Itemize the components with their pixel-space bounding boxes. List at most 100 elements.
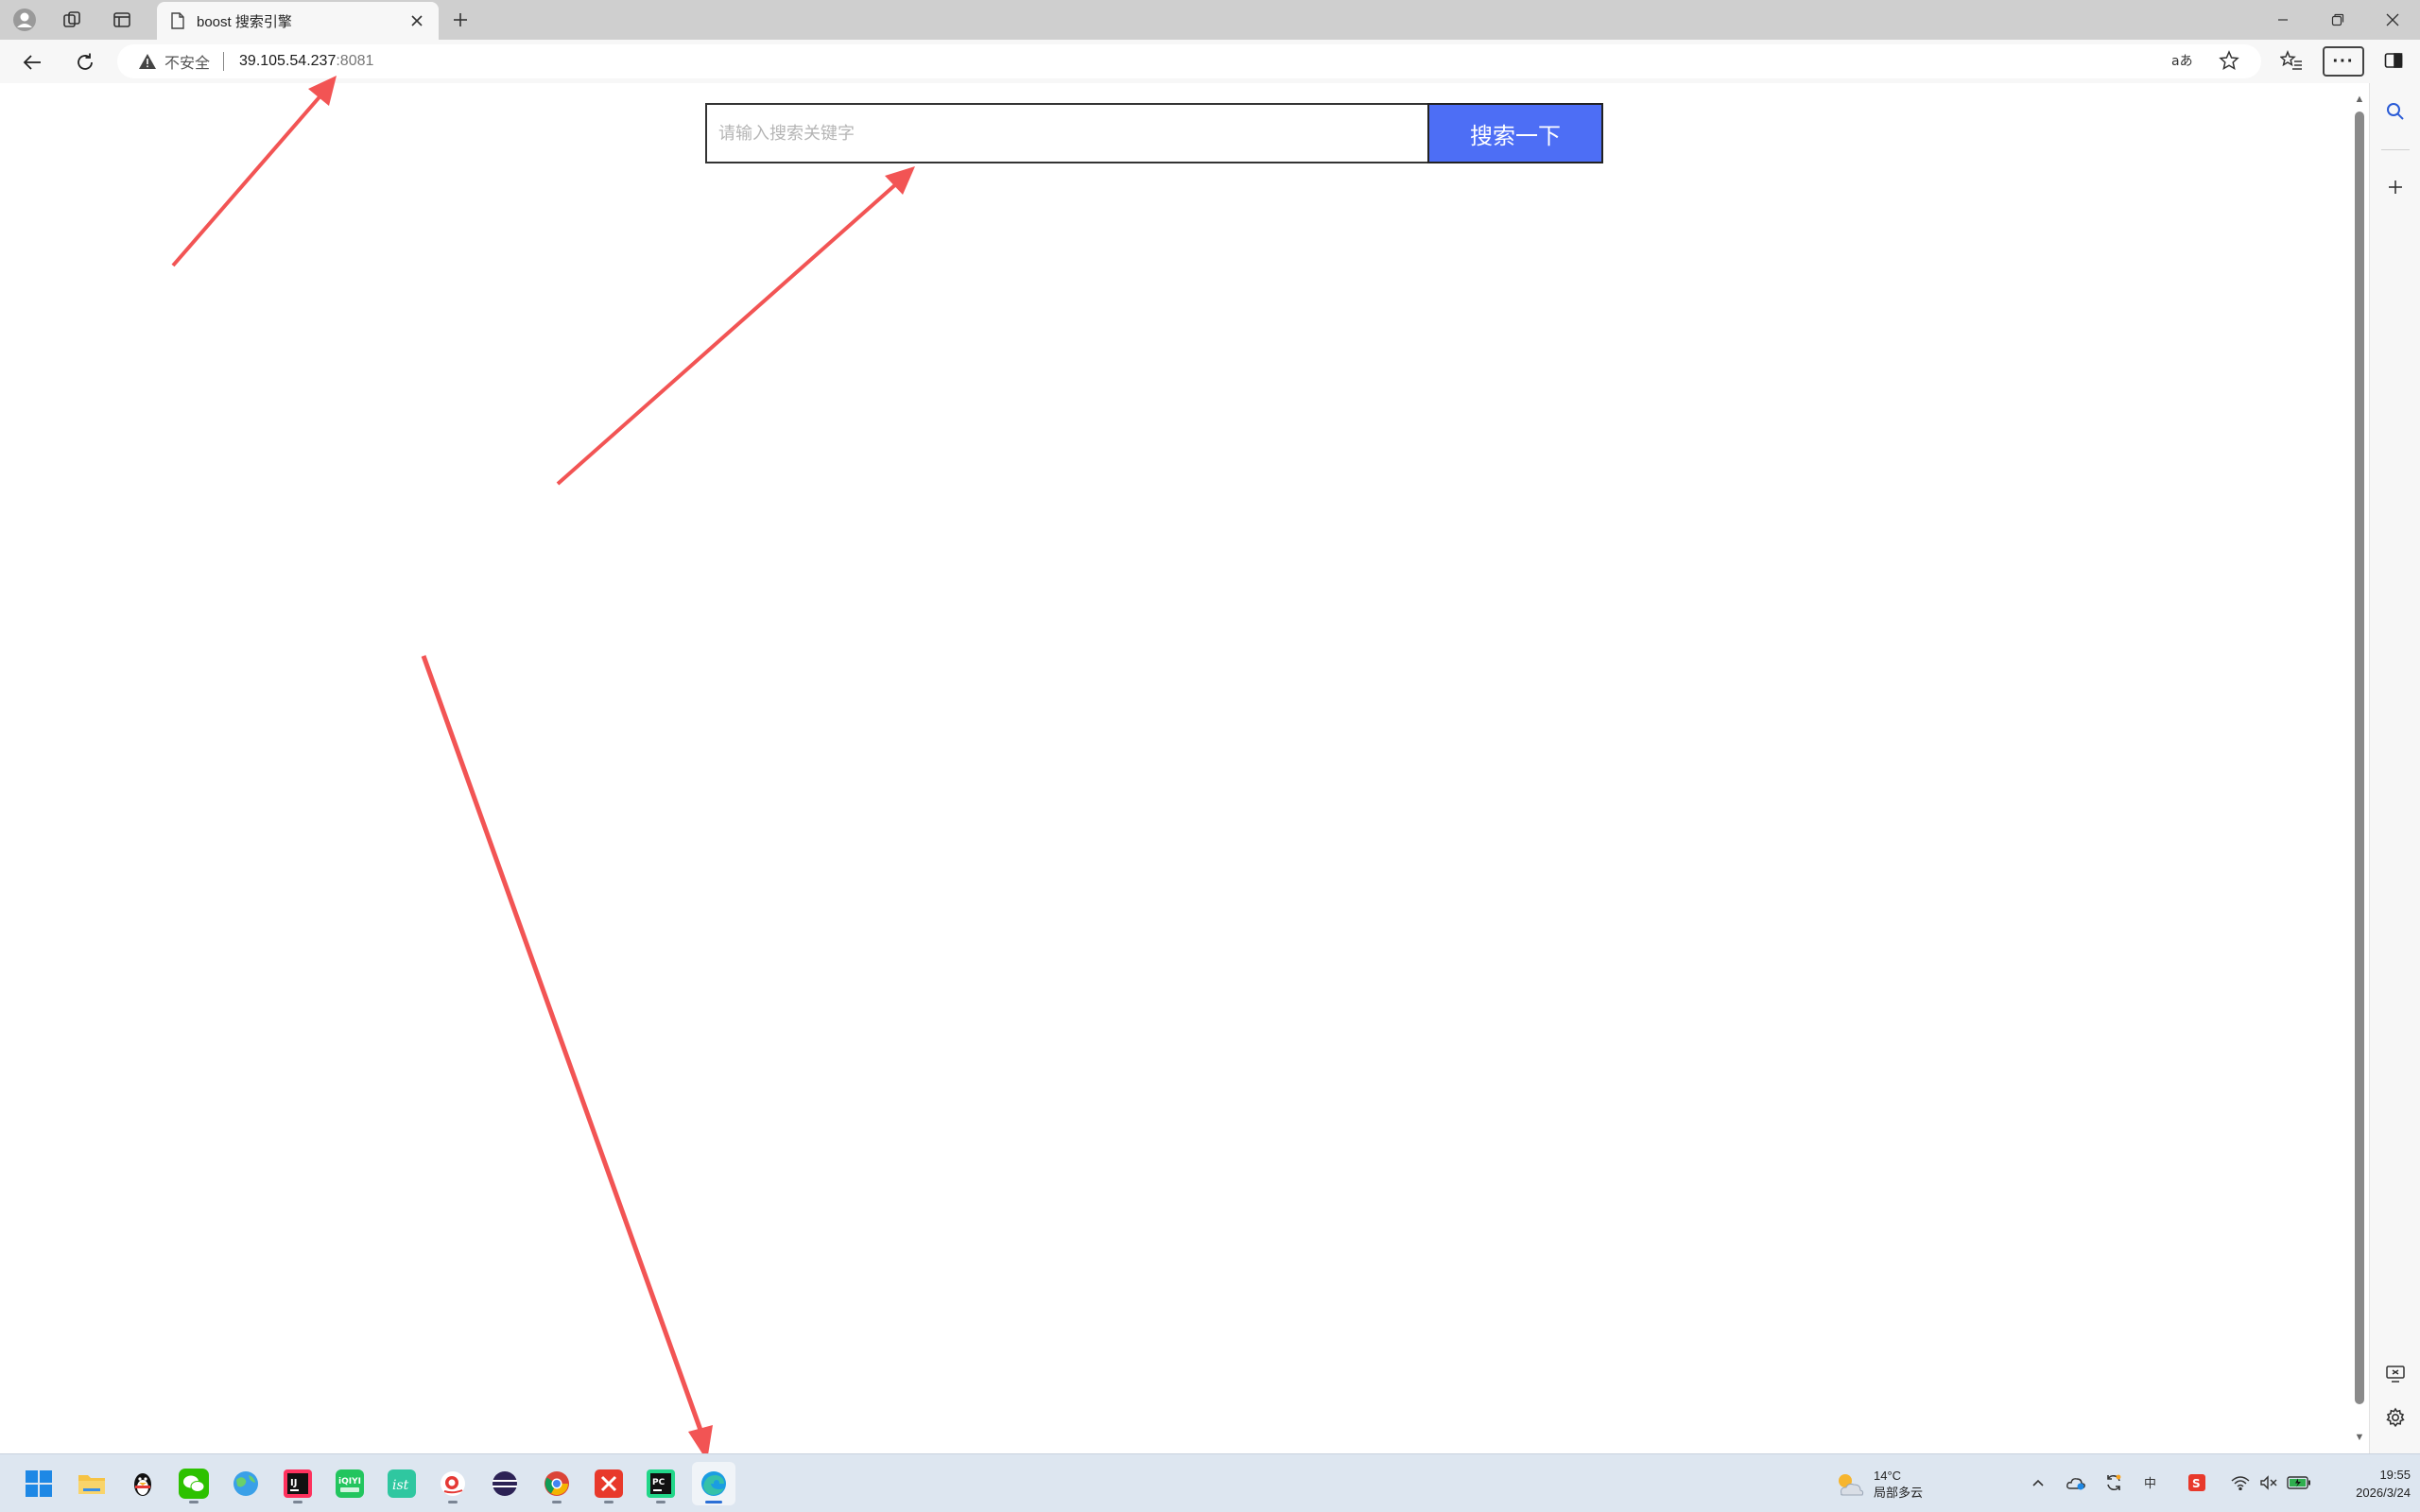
new-tab-button[interactable] — [446, 6, 475, 34]
svg-text:ist: ist — [392, 1478, 409, 1493]
minimize-button[interactable] — [2256, 0, 2310, 40]
weather-condition: 局部多云 — [1874, 1486, 1924, 1500]
pycharm-icon: PC — [647, 1469, 675, 1498]
running-indicator — [552, 1501, 562, 1503]
taskbar-browser-app[interactable] — [224, 1462, 268, 1505]
svg-text:aあ: aあ — [2171, 54, 2193, 69]
taskbar-chrome[interactable] — [535, 1462, 579, 1505]
favorites-button[interactable] — [2276, 45, 2307, 76]
taskbar-wechat[interactable] — [172, 1462, 216, 1505]
page-scrollbar[interactable]: ▲ ▼ — [2350, 83, 2369, 1453]
sidebar-divider — [2381, 149, 2410, 150]
tray-input-method[interactable]: 中 — [2138, 1469, 2165, 1496]
taskbar-writing-app[interactable]: ist — [380, 1462, 424, 1505]
security-status-label[interactable]: 不安全 — [164, 50, 210, 73]
settings-and-more-button[interactable]: ··· — [2323, 46, 2364, 77]
sync-icon — [2107, 1474, 2121, 1490]
tray-wifi[interactable] — [2227, 1469, 2254, 1496]
read-aloud-button[interactable]: aあ — [2167, 45, 2197, 76]
taskbar-pycharm[interactable]: PC — [639, 1462, 683, 1505]
penguin-icon — [134, 1473, 151, 1496]
edge-icon — [701, 1471, 726, 1496]
taskbar-xmind[interactable] — [587, 1462, 631, 1505]
start-button[interactable] — [17, 1462, 60, 1505]
tray-sogou[interactable]: S — [2184, 1469, 2210, 1496]
workspaces-icon — [63, 11, 80, 27]
gear-icon — [2386, 1407, 2405, 1428]
taskbar-edge[interactable] — [692, 1462, 735, 1505]
tray-sync-app[interactable] — [2100, 1469, 2127, 1496]
taskbar-clock[interactable]: 19:55 2026/3/24 — [2324, 1466, 2411, 1502]
sogou-icon: S — [2188, 1474, 2205, 1491]
close-icon — [411, 15, 423, 26]
taskbar-intellij[interactable]: IJ — [276, 1462, 320, 1505]
star-icon — [2219, 50, 2239, 71]
refresh-button[interactable] — [70, 47, 100, 77]
active-indicator — [705, 1501, 722, 1503]
chevron-up-icon — [2032, 1479, 2044, 1486]
volume-muted-icon — [2260, 1475, 2277, 1490]
intellij-icon: IJ — [284, 1469, 312, 1498]
writing-icon: ist — [388, 1469, 416, 1498]
scrollbar-thumb[interactable] — [2355, 112, 2364, 1404]
page-icon — [171, 12, 184, 29]
tray-battery[interactable] — [2286, 1469, 2312, 1496]
favorites-list-icon — [2280, 50, 2302, 70]
minimize-icon — [2278, 19, 2288, 21]
taskbar-file-explorer[interactable] — [70, 1462, 113, 1505]
sidebar-add-button[interactable] — [2380, 172, 2411, 202]
scroll-up-arrow-icon[interactable]: ▲ — [2354, 93, 2365, 106]
sidebar-settings-button[interactable] — [2380, 1402, 2411, 1433]
running-indicator — [604, 1501, 614, 1503]
taskbar-iqiyi[interactable]: iQIYI — [328, 1462, 372, 1505]
input-method-icon: 中 — [2144, 1477, 2156, 1491]
close-window-button[interactable] — [2365, 0, 2420, 40]
running-indicator — [656, 1501, 666, 1503]
sidebar-toggle-button[interactable] — [2378, 45, 2409, 76]
vertical-tabs-button[interactable] — [108, 6, 136, 34]
weather-widget[interactable]: 14°C 局部多云 — [1834, 1464, 1923, 1505]
url-port: :8081 — [336, 53, 374, 69]
address-bar[interactable]: 不安全 39.105.54.237 :8081 — [117, 44, 2261, 78]
taskbar-snail-app[interactable] — [431, 1462, 475, 1505]
back-button[interactable] — [17, 47, 47, 77]
plus-icon — [454, 13, 467, 26]
snail-icon — [441, 1471, 465, 1496]
chrome-icon — [544, 1471, 569, 1496]
weather-temperature: 14°C — [1874, 1469, 1902, 1483]
running-indicator — [293, 1501, 302, 1503]
tray-volume[interactable] — [2256, 1469, 2282, 1496]
search-bar: 搜索一下 — [705, 103, 1603, 163]
search-icon — [2387, 103, 2404, 120]
refresh-icon — [78, 53, 93, 70]
sidebar-search-button[interactable] — [2380, 96, 2411, 127]
favorite-button[interactable] — [2214, 45, 2244, 76]
close-icon — [2386, 13, 2399, 26]
sidebar-icon — [2384, 53, 2403, 68]
search-input[interactable] — [705, 103, 1427, 163]
battery-charging-icon — [2287, 1476, 2310, 1489]
iqiyi-icon: iQIYI — [336, 1469, 364, 1498]
tray-overflow-button[interactable] — [2025, 1469, 2051, 1496]
restore-button[interactable] — [2310, 0, 2365, 40]
taskbar-eclipse[interactable] — [483, 1462, 527, 1505]
tab-close-button[interactable] — [406, 10, 427, 31]
profile-icon — [13, 9, 36, 31]
tab-title: boost 搜索引擎 — [197, 13, 292, 30]
windows-logo-icon — [26, 1470, 52, 1497]
arrow-left-icon — [23, 55, 41, 70]
xmind-icon — [595, 1469, 623, 1498]
folder-icon — [78, 1475, 105, 1494]
search-button[interactable]: 搜索一下 — [1427, 103, 1603, 163]
profile-button[interactable] — [10, 6, 39, 34]
scroll-down-arrow-icon[interactable]: ▼ — [2354, 1431, 2365, 1444]
svg-text:中: 中 — [2144, 1477, 2156, 1491]
browser-tab-bar: boost 搜索引擎 — [0, 0, 2420, 40]
plus-icon — [2389, 180, 2402, 194]
sidebar-screenshot-button[interactable] — [2380, 1359, 2411, 1389]
tray-cloud-sync[interactable] — [2063, 1469, 2089, 1496]
collections-button[interactable] — [58, 6, 86, 34]
tab-actions-icon — [113, 12, 130, 27]
taskbar-qq[interactable] — [121, 1462, 164, 1505]
active-tab[interactable]: boost 搜索引擎 — [157, 2, 439, 40]
